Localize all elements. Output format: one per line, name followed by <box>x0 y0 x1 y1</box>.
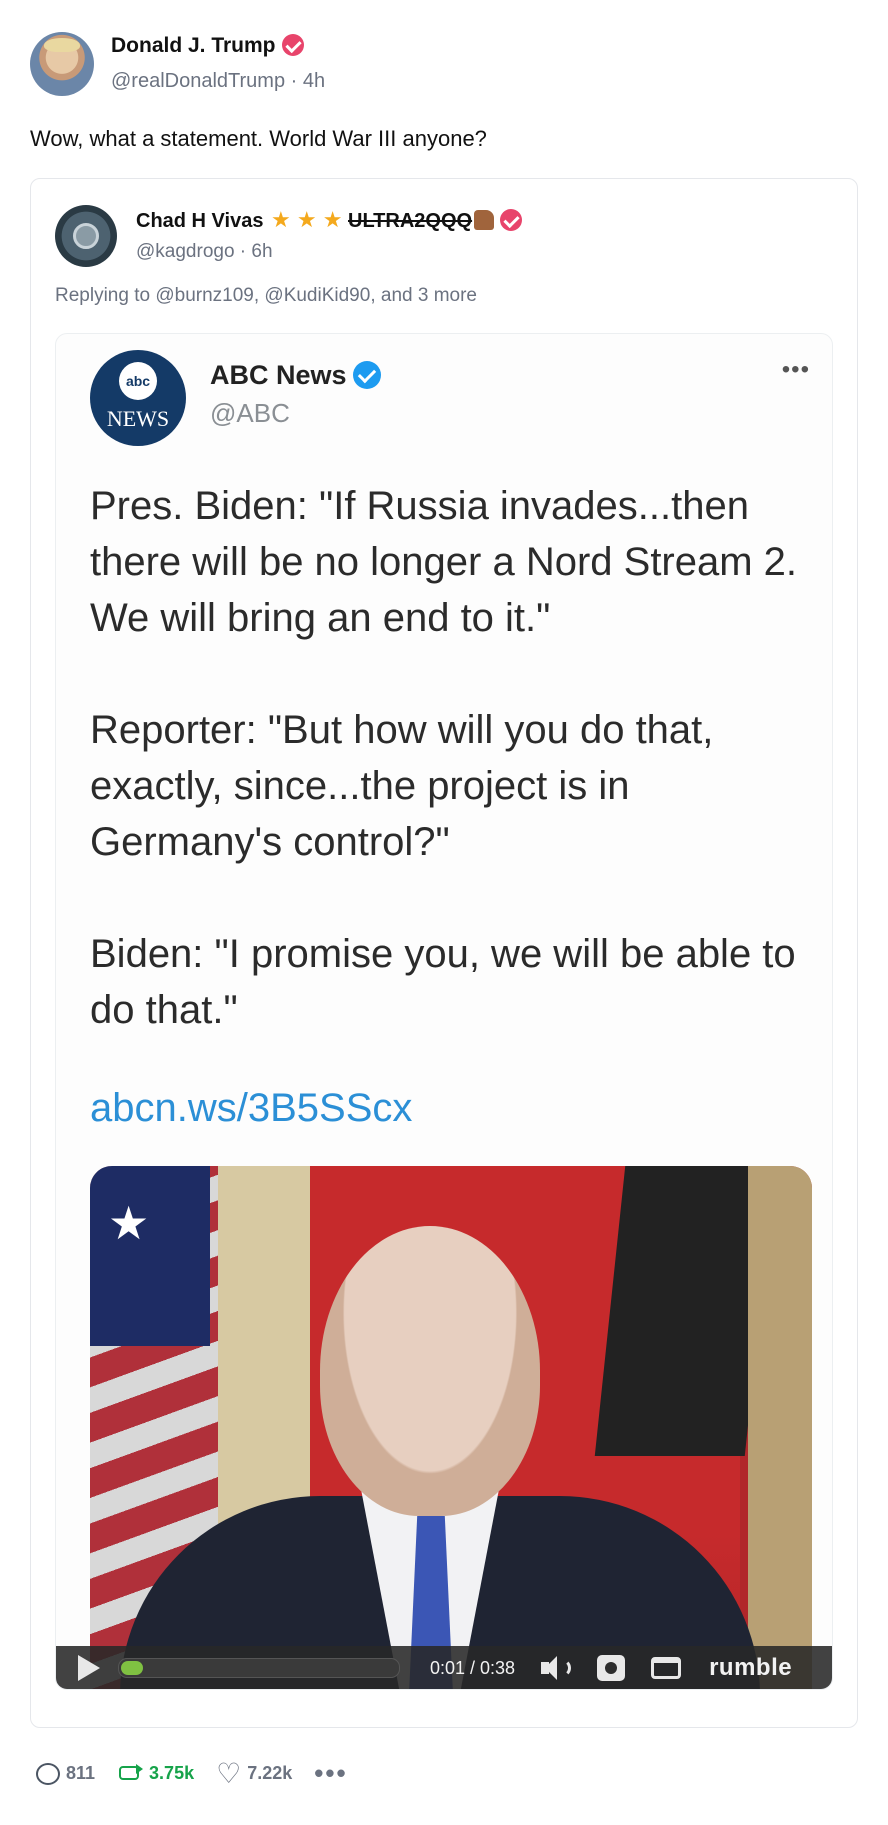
video-progress-bar[interactable] <box>118 1658 400 1678</box>
tweet-paragraph: Biden: "I promise you, we will be able t… <box>90 932 796 1032</box>
quoted-post-card[interactable]: Chad H Vivas ★ ★ ★ ULTRA2QQQ @kagdrogo ·… <box>30 178 858 1728</box>
more-options-icon: ••• <box>781 356 810 383</box>
post-actions: 811 3.75k ♡ 7.22k ••• <box>36 1758 370 1789</box>
verified-badge-icon <box>281 34 304 56</box>
star-emoji-icons: ★ ★ ★ <box>271 207 343 232</box>
quote-author-name: Chad H Vivas <box>136 210 264 232</box>
author-avatar[interactable] <box>30 32 94 96</box>
heart-icon: ♡ <box>216 1757 242 1789</box>
reply-count: 811 <box>66 1763 96 1783</box>
rumble-logo[interactable]: rumble <box>709 1654 792 1682</box>
embedded-tweet-link: abcn.ws/3B5SScx <box>90 1086 413 1130</box>
like-button[interactable]: ♡ 7.22k <box>216 1757 293 1789</box>
volume-wave <box>561 1659 572 1677</box>
author-name-row[interactable]: Donald J. Trump <box>111 34 304 58</box>
embedded-media[interactable]: abc NEWS ABC News @ABC ••• Pres. Biden: … <box>55 333 833 1690</box>
like-count: 7.22k <box>247 1763 293 1783</box>
abc-logo-mark: abc <box>119 362 157 400</box>
status-text: Wow, what a statement. World War III any… <box>30 126 487 151</box>
settings-gear-icon[interactable] <box>597 1655 626 1681</box>
repost-button[interactable]: 3.75k <box>117 1763 194 1784</box>
reply-icon <box>36 1762 60 1785</box>
raised-fist-icon <box>474 210 495 230</box>
author-handle[interactable]: @realDonaldTrump · 4h <box>111 70 325 93</box>
abc-logo-news: NEWS <box>106 406 170 431</box>
video-controls: 0:01 / 0:38 rumble <box>56 1646 832 1689</box>
quote-author-tag: ULTRA2QQQ <box>348 210 473 232</box>
us-flag-canton <box>90 1166 210 1346</box>
volume-icon[interactable] <box>541 1655 572 1681</box>
quote-author-handle[interactable]: @kagdrogo · 6h <box>136 241 273 263</box>
abc-name-row: ABC News <box>210 360 381 391</box>
tweet-paragraph: Pres. Biden: "If Russia invades...then t… <box>90 484 798 640</box>
speaker-head <box>320 1226 540 1516</box>
flag-star-icon: ★ <box>108 1197 150 1249</box>
abc-handle: @ABC <box>210 398 290 428</box>
tweet-paragraph: Reporter: "But how will you do that, exa… <box>90 708 714 864</box>
repost-count: 3.75k <box>149 1763 195 1783</box>
embedded-tweet-text: Pres. Biden: "If Russia invades...then t… <box>90 478 810 1094</box>
author-name[interactable]: Donald J. Trump <box>111 34 276 57</box>
reply-button[interactable]: 811 <box>36 1762 96 1785</box>
quote-author-avatar[interactable] <box>55 205 117 267</box>
background-wall <box>748 1166 812 1689</box>
replying-to[interactable]: Replying to @burnz109, @KudiKid90, and 3… <box>55 285 477 307</box>
video-time: 0:01 / 0:38 <box>430 1657 516 1678</box>
blue-verified-icon <box>352 361 381 389</box>
quote-author-name-row[interactable]: Chad H Vivas ★ ★ ★ ULTRA2QQQ <box>136 207 523 233</box>
abc-name: ABC News <box>210 360 347 390</box>
repost-icon <box>117 1763 144 1784</box>
abc-news-logo: abc NEWS <box>90 350 186 446</box>
more-actions-button[interactable]: ••• <box>314 1758 347 1789</box>
video-frame[interactable]: ★ <box>90 1166 812 1689</box>
verified-badge-icon <box>500 209 523 231</box>
play-icon[interactable] <box>78 1655 100 1681</box>
pip-window-icon[interactable] <box>651 1657 682 1679</box>
video-progress-fill <box>121 1661 143 1675</box>
avatar-hair <box>44 38 80 52</box>
